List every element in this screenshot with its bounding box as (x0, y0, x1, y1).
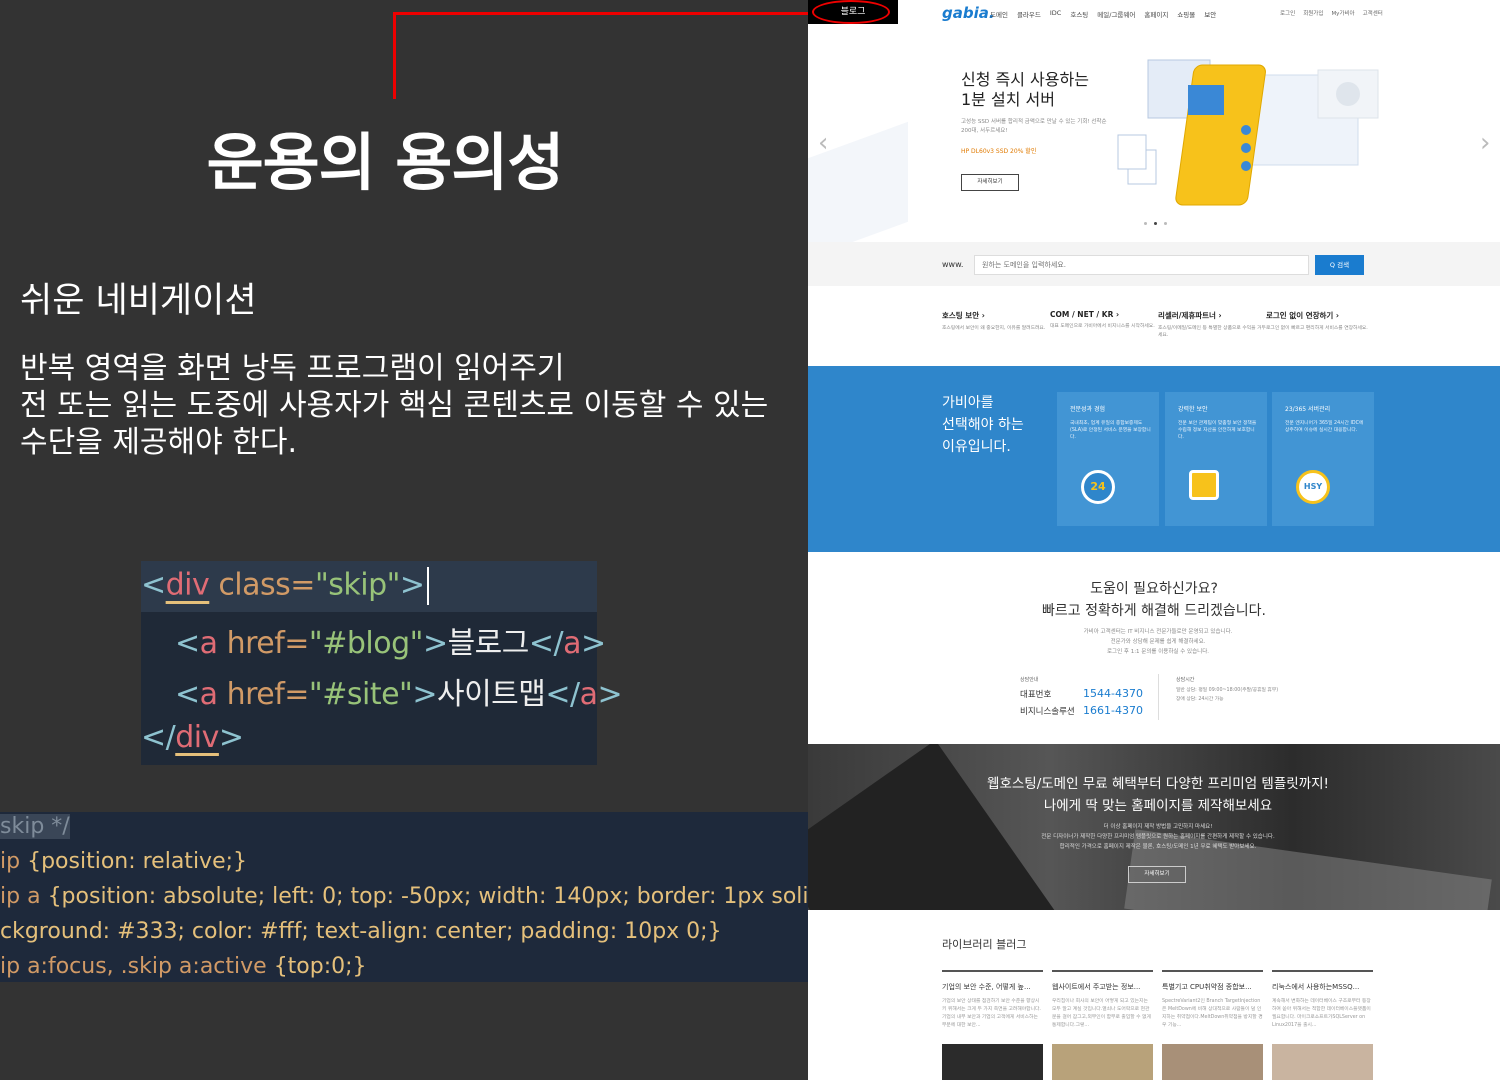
quick-links: 호스팅 보안 › 호스팅에서 보안이 왜 중요한지, 이유를 알려드려요. CO… (942, 310, 1374, 339)
slide-subtitle: 쉬운 네비게이션 (20, 281, 257, 321)
util-signup[interactable]: 회원가입 (1303, 9, 1323, 17)
slide-body-line: 반복 영역을 화면 낭독 프로그램이 읽어주기 (20, 351, 565, 386)
gnb-item[interactable]: 도메인 (990, 9, 1008, 19)
gnb-item[interactable]: 메일/그룹웨어 (1097, 9, 1135, 19)
divider (1158, 674, 1159, 720)
code-line-div-open: <div class="skip"> (141, 567, 429, 605)
gnb-item[interactable]: 클라우드 (1017, 9, 1041, 19)
promo-description: 더 이상 홈페이지 제작 방법을 고민하지 마세요! 전문 디자이너가 제작한 … (1041, 824, 1275, 850)
support-24-icon: 24 (1081, 470, 1115, 504)
util-support[interactable]: 고객센터 (1363, 9, 1383, 17)
hero-description: 고성능 SSD 서버를 합리적 금액으로 만날 수 있는 기회! 선착순 200… (961, 119, 1107, 134)
blog-card-list: 기업의 보안 수준, 어떻게 높... 기업의 보안 상태를 점검하기 보안 수… (942, 970, 1373, 1080)
quick-link-renew[interactable]: 로그인 없이 연장하기 › 로그인 없이 빠르고 편리하게 서비스를 연장하세요… (1266, 310, 1374, 339)
hours-label: 상담시간 (1176, 677, 1195, 683)
gnb-item[interactable]: 홈페이지 (1144, 9, 1168, 19)
text-caret (426, 567, 429, 605)
help-heading: 도움이 필요하신가요? (1090, 581, 1218, 597)
blog-card[interactable]: 리눅스에서 사용하는MSSQ... 계속해서 변화하는 데이터베이스 구조로부터… (1272, 970, 1373, 1080)
carousel-dots (1144, 222, 1167, 225)
phone-number[interactable]: 1544-4370 (1083, 687, 1143, 700)
code-line-site-link: <a href="#site">사이트맵</a> (175, 677, 623, 712)
hero-illustration (1117, 59, 1379, 206)
util-login[interactable]: 로그인 (1280, 9, 1295, 17)
carousel-dot-active[interactable] (1154, 222, 1157, 225)
annotation-line-vertical (393, 12, 396, 99)
css-line: ip a {position: absolute; left: 0; top: … (0, 884, 808, 909)
quick-link-hosting-security[interactable]: 호스팅 보안 › 호스팅에서 보안이 왜 중요한지, 이유를 알려드려요. (942, 310, 1050, 339)
contact-row-business: 비지니스솔루션 1661-4370 (1020, 704, 1143, 717)
promo-heading: 웹호스팅/도메인 무료 혜택부터 다양한 프리미엄 템플릿까지! (987, 776, 1329, 792)
help-subheading: 빠르고 정확하게 해결해 드리겠습니다. (1042, 603, 1266, 619)
chevron-left-icon[interactable]: ‹ (818, 128, 828, 158)
chevron-right-icon[interactable]: › (1480, 128, 1490, 158)
slide-body: 반복 영역을 화면 낭독 프로그램이 읽어주기 전 또는 읽는 도중에 사용자가… (20, 350, 768, 461)
domain-search-input[interactable] (974, 255, 1309, 275)
gnb-item[interactable]: 보안 (1204, 9, 1216, 19)
quick-link-domains[interactable]: COM / NET / KR › 대표 도메인으로 가비아에서 비지니스를 시작… (1050, 310, 1158, 339)
website-screenshot: 블로그 gabia. 도메인 클라우드 IDC 호스팅 메일/그룹웨어 홈페이지… (808, 0, 1500, 1080)
phone-number[interactable]: 1661-4370 (1083, 704, 1143, 717)
help-description: 가비아 고객센터는 IT 비지니스 전문가들로만 운영되고 있습니다. 전문가와… (1083, 629, 1233, 655)
css-line: ip a:focus, .skip a:active {top:0;} (0, 954, 367, 979)
gnb-item[interactable]: 호스팅 (1070, 9, 1088, 19)
blog-thumbnail[interactable] (1052, 1044, 1153, 1080)
contact-label: 상담안내 (1020, 677, 1039, 683)
shield-icon (1189, 470, 1219, 500)
why-section: 가비아를 선택해야 하는 이유입니다. 전문성과 경험 국내최초, 업계 유일의… (808, 366, 1500, 552)
certification-badge-icon: HSY (1296, 470, 1330, 504)
blog-section-title: 라이브러리 블러그 (942, 938, 1027, 951)
css-comment-line: skip */ (0, 814, 70, 839)
carousel-dot[interactable] (1164, 222, 1167, 225)
code-line-blog-link: <a href="#blog">블로그</a> (175, 626, 606, 661)
blog-thumbnail[interactable] (1162, 1044, 1263, 1080)
css-line: ip {position: relative;} (0, 849, 248, 874)
hero-title: 신청 즉시 사용하는 1분 설치 서버 (961, 70, 1089, 109)
css-line: ckground: #333; color: #fff; text-align:… (0, 919, 722, 944)
site-logo[interactable]: gabia. (942, 4, 995, 22)
code-line-div-close: </div> (141, 720, 244, 755)
blog-card[interactable]: 특별기고 CPU취약점 종합보... SpectreVariant2인 Bran… (1162, 970, 1263, 1080)
css-code-snippet: skip */ ip {position: relative;} ip a {p… (0, 812, 808, 982)
promo-subheading: 나에게 딱 맞는 홈페이지를 제작해보세요 (1043, 798, 1273, 814)
blog-card[interactable]: 웹사이트에서 주고받는 정보... 우리집이나 회사의 보안이 어떻게 되고 있… (1052, 970, 1153, 1080)
utility-nav: 로그인 회원가입 My가비아 고객센터 (1280, 9, 1383, 17)
domain-search-band: www. Q 검색 (808, 242, 1500, 286)
gnb-item[interactable]: 쇼핑몰 (1177, 9, 1195, 19)
global-nav: 도메인 클라우드 IDC 호스팅 메일/그룹웨어 홈페이지 쇼핑몰 보안 (990, 9, 1216, 19)
why-card-security: 강력한 보안 전문 보안 관제팀이 맞춤형 보안 정책을 수립해 정보 자산을 … (1165, 392, 1267, 526)
blog-thumbnail[interactable] (942, 1044, 1043, 1080)
why-card-server-management: 23/365 서버관리 전문 엔지니어가 365일 24시간 IDC에 상주하여… (1272, 392, 1374, 526)
why-title: 가비아를 선택해야 하는 이유입니다. (942, 395, 1024, 455)
skip-navigation-bar: 블로그 (808, 0, 898, 24)
util-mygabia[interactable]: My가비아 (1331, 9, 1354, 17)
homepage-promo-banner: 웹호스팅/도메인 무료 혜택부터 다양한 프리미엄 템플릿까지! 나에게 딱 맞… (808, 744, 1500, 910)
slide-body-line: 수단을 제공해야 한다. (20, 425, 298, 460)
annotation-line-horizontal (393, 12, 808, 15)
quick-link-reseller[interactable]: 리셀러/제휴파트너 › 호스팅/이메일/도메인 등 특별한 상품으로 수익을 거… (1158, 310, 1266, 339)
gnb-item[interactable]: IDC (1050, 9, 1061, 19)
why-card-expertise: 전문성과 경험 국내최초, 업계 유일의 종합보증제도(SLA)로 안정된 서비… (1057, 392, 1159, 526)
hero-banner: ‹ 신청 즉시 사용하는 1분 설치 서버 고성능 SSD 서버를 합리적 금액… (808, 30, 1500, 259)
slide-panel: 운용의 용의성 쉬운 네비게이션 반복 영역을 화면 낭독 프로그램이 읽어주기… (0, 0, 808, 1080)
hero-detail-button[interactable]: 자세히보기 (961, 174, 1019, 191)
hours-text: 일반 상담: 평일 09:00~18:00(주말/공휴일 휴무) 장애 상담: … (1176, 688, 1279, 702)
search-button[interactable]: Q 검색 (1315, 255, 1364, 275)
www-prefix: www. (942, 260, 964, 269)
hero-promo-text: HP DL60v3 SSD 20% 할인 (961, 148, 1037, 155)
carousel-dot[interactable] (1144, 222, 1147, 225)
slide-title: 운용의 용의성 (206, 126, 565, 199)
contact-row-main: 대표번호 1544-4370 (1020, 687, 1143, 700)
slide-body-line: 전 또는 읽는 도중에 사용자가 핵심 콘텐츠로 이동할 수 있는 (20, 388, 769, 423)
annotation-circle (812, 0, 890, 24)
promo-detail-button[interactable]: 자세히보기 (1128, 866, 1186, 883)
blog-card[interactable]: 기업의 보안 수준, 어떻게 높... 기업의 보안 상태를 점검하기 보안 수… (942, 970, 1043, 1080)
blog-thumbnail[interactable] (1272, 1044, 1373, 1080)
help-section: 도움이 필요하신가요? 빠르고 정확하게 해결해 드리겠습니다. 가비아 고객센… (808, 552, 1500, 744)
html-code-snippet: <div class="skip"> <a href="#blog">블로그</… (141, 561, 623, 765)
